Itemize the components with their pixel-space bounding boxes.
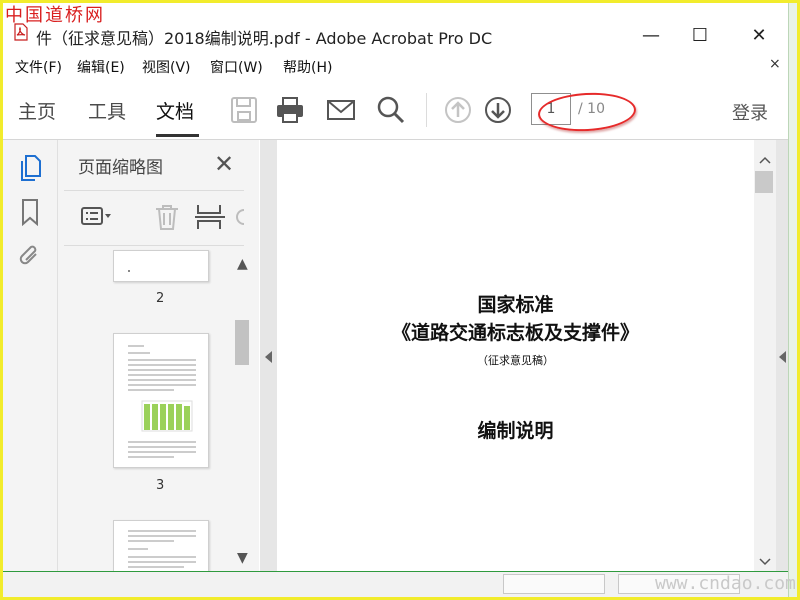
window-title: 件（征求意见稿）2018编制说明.pdf - Adobe Acrobat Pro… bbox=[36, 29, 493, 48]
previous-page-icon[interactable] bbox=[443, 95, 473, 125]
collapse-left-icon bbox=[265, 351, 272, 363]
page-thumbnail[interactable] bbox=[113, 520, 209, 571]
tab-document[interactable]: 文档 bbox=[156, 97, 194, 124]
doc-scroll-up-icon[interactable] bbox=[759, 156, 771, 164]
document-view[interactable]: 国家标准 《道路交通标志板及支撑件》 （征求意见稿） 编制说明 bbox=[277, 140, 754, 571]
close-icon: ✕ bbox=[751, 24, 767, 46]
email-icon[interactable] bbox=[326, 95, 356, 125]
maximize-button[interactable]: ☐ bbox=[677, 19, 723, 51]
doc-scrollbar-thumb[interactable] bbox=[755, 171, 773, 193]
expand-right-icon bbox=[779, 351, 786, 363]
navigation-rail bbox=[3, 140, 58, 571]
tab-home[interactable]: 主页 bbox=[18, 97, 56, 124]
attachment-icon[interactable] bbox=[17, 242, 43, 270]
background-button bbox=[503, 574, 605, 594]
doc-title: 《道路交通标志板及支撑件》 bbox=[391, 322, 639, 344]
menu-help[interactable]: 帮助(H) bbox=[283, 57, 332, 77]
thumbnail-preview bbox=[128, 345, 196, 458]
scroll-up-icon[interactable]: ▲ bbox=[237, 256, 248, 272]
scroll-down-icon[interactable]: ▼ bbox=[237, 550, 248, 566]
thumbnail-options-icon[interactable] bbox=[80, 200, 114, 234]
scrollbar-thumb[interactable] bbox=[235, 320, 249, 365]
save-icon[interactable] bbox=[229, 95, 259, 125]
background-window-edge bbox=[788, 3, 798, 597]
doc-heading: 国家标准 bbox=[477, 294, 554, 316]
menu-window[interactable]: 窗口(W) bbox=[210, 57, 263, 77]
watermark-top: 中国道桥网 bbox=[5, 5, 105, 26]
toolbar-separator bbox=[426, 93, 427, 127]
doc-section-title: 编制说明 bbox=[477, 420, 554, 442]
document-scrollbar[interactable] bbox=[754, 140, 776, 571]
extract-page-icon[interactable] bbox=[193, 200, 227, 234]
right-panel-handle[interactable] bbox=[776, 140, 788, 571]
maximize-icon: ☐ bbox=[691, 24, 709, 46]
menu-file[interactable]: 文件(F) bbox=[15, 57, 62, 77]
print-icon[interactable] bbox=[275, 95, 305, 125]
toolbar: 主页 工具 文档 1 / 10 登录 bbox=[3, 81, 788, 140]
active-tab-indicator bbox=[156, 134, 199, 137]
page-thumbnails-icon[interactable] bbox=[17, 154, 43, 182]
thumbnail-dot bbox=[128, 270, 130, 272]
close-document-button[interactable]: × bbox=[769, 56, 781, 72]
title-bar: 件（征求意见稿）2018编制说明.pdf - Adobe Acrobat Pro… bbox=[3, 3, 788, 51]
watermark-bottom: www.cndao.com bbox=[655, 573, 796, 594]
page-label: 2 bbox=[156, 291, 165, 306]
minimize-icon: — bbox=[642, 24, 660, 46]
next-page-icon[interactable] bbox=[483, 95, 513, 125]
panel-close-icon[interactable]: ✕ bbox=[214, 150, 234, 178]
menu-view[interactable]: 视图(V) bbox=[142, 57, 191, 77]
menu-bar: 文件(F) 编辑(E) 视图(V) 窗口(W) 帮助(H) × bbox=[3, 53, 788, 79]
minimize-button[interactable]: — bbox=[628, 19, 674, 51]
acrobat-window: 件（征求意见稿）2018编制说明.pdf - Adobe Acrobat Pro… bbox=[3, 3, 788, 571]
menu-edit[interactable]: 编辑(E) bbox=[77, 57, 125, 77]
doc-subtitle: （征求意见稿） bbox=[477, 354, 554, 367]
thumbnail-panel: 页面缩略图 ✕ 2 3 ▲ ▼ bbox=[58, 140, 259, 571]
doc-scroll-down-icon[interactable] bbox=[759, 558, 771, 566]
bookmark-icon[interactable] bbox=[17, 198, 43, 226]
thumbnail-scrollbar[interactable] bbox=[233, 250, 251, 571]
page-label: 3 bbox=[156, 478, 165, 493]
close-button[interactable]: ✕ bbox=[736, 19, 782, 51]
rotate-page-icon[interactable] bbox=[230, 200, 250, 234]
panel-collapse-handle[interactable] bbox=[260, 140, 277, 571]
panel-divider-2 bbox=[64, 245, 244, 246]
panel-title: 页面缩略图 bbox=[78, 158, 163, 178]
search-icon[interactable] bbox=[376, 95, 406, 125]
login-button[interactable]: 登录 bbox=[732, 99, 768, 125]
panel-divider bbox=[64, 190, 244, 191]
page-thumbnail[interactable] bbox=[113, 333, 209, 468]
page-thumbnail[interactable] bbox=[113, 250, 209, 282]
thumbnail-preview bbox=[128, 530, 196, 568]
delete-page-icon[interactable] bbox=[150, 200, 184, 234]
tab-tools[interactable]: 工具 bbox=[88, 97, 126, 124]
